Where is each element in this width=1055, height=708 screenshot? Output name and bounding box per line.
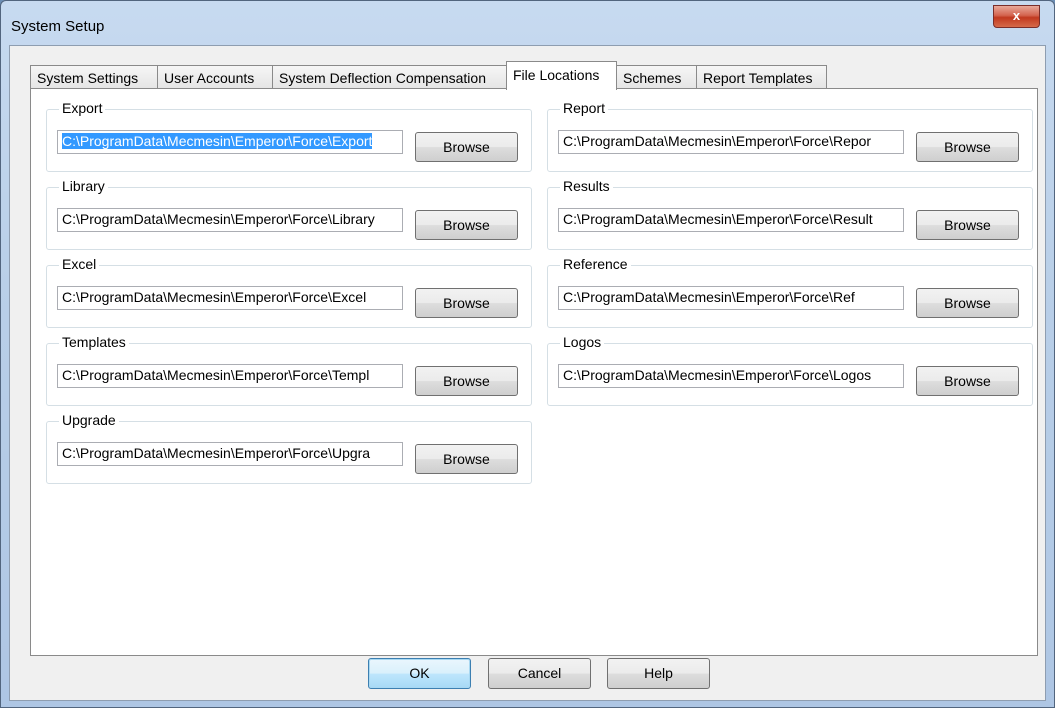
results-browse-button[interactable]: Browse	[916, 210, 1019, 240]
logos-browse-button[interactable]: Browse	[916, 366, 1019, 396]
templates-path-input[interactable]: C:\ProgramData\Mecmesin\Emperor\Force\Te…	[57, 364, 403, 388]
close-button[interactable]: x	[993, 5, 1040, 28]
templates-browse-button[interactable]: Browse	[415, 366, 518, 396]
upgrade-browse-button[interactable]: Browse	[415, 444, 518, 474]
logos-group: Logos C:\ProgramData\Mecmesin\Emperor\Fo…	[547, 334, 1033, 406]
templates-label: Templates	[59, 334, 129, 350]
report-group: Report C:\ProgramData\Mecmesin\Emperor\F…	[547, 100, 1033, 172]
tab-report-templates[interactable]: Report Templates	[696, 65, 827, 89]
help-button[interactable]: Help	[607, 658, 710, 689]
cancel-button[interactable]: Cancel	[488, 658, 591, 689]
upgrade-label: Upgrade	[59, 412, 119, 428]
ok-button[interactable]: OK	[368, 658, 471, 689]
tab-schemes[interactable]: Schemes	[616, 65, 697, 89]
excel-group: Excel C:\ProgramData\Mecmesin\Emperor\Fo…	[46, 256, 532, 328]
reference-group: Reference C:\ProgramData\Mecmesin\Empero…	[547, 256, 1033, 328]
export-path-input[interactable]: C:\ProgramData\Mecmesin\Emperor\Force\Ex…	[57, 130, 403, 154]
file-locations-panel: Export C:\ProgramData\Mecmesin\Emperor\F…	[30, 88, 1038, 656]
dialog-client-area: System Settings User Accounts System Def…	[9, 45, 1046, 701]
tab-system-settings[interactable]: System Settings	[30, 65, 158, 89]
library-path-input[interactable]: C:\ProgramData\Mecmesin\Emperor\Force\Li…	[57, 208, 403, 232]
excel-path-input[interactable]: C:\ProgramData\Mecmesin\Emperor\Force\Ex…	[57, 286, 403, 310]
library-label: Library	[59, 178, 108, 194]
system-setup-dialog: System Setup x System Settings User Acco…	[0, 0, 1055, 708]
tab-system-deflection-compensation[interactable]: System Deflection Compensation	[272, 65, 507, 89]
upgrade-group: Upgrade C:\ProgramData\Mecmesin\Emperor\…	[46, 412, 532, 484]
excel-browse-button[interactable]: Browse	[415, 288, 518, 318]
report-label: Report	[560, 100, 609, 116]
reference-label: Reference	[560, 256, 631, 272]
export-group: Export C:\ProgramData\Mecmesin\Emperor\F…	[46, 100, 532, 172]
library-browse-button[interactable]: Browse	[415, 210, 518, 240]
results-group: Results C:\ProgramData\Mecmesin\Emperor\…	[547, 178, 1033, 250]
results-path-input[interactable]: C:\ProgramData\Mecmesin\Emperor\Force\Re…	[558, 208, 904, 232]
reference-path-input[interactable]: C:\ProgramData\Mecmesin\Emperor\Force\Re…	[558, 286, 904, 310]
tab-file-locations[interactable]: File Locations	[506, 61, 617, 90]
logos-path-input[interactable]: C:\ProgramData\Mecmesin\Emperor\Force\Lo…	[558, 364, 904, 388]
export-browse-button[interactable]: Browse	[415, 132, 518, 162]
close-icon: x	[1012, 8, 1021, 23]
results-label: Results	[560, 178, 613, 194]
report-browse-button[interactable]: Browse	[916, 132, 1019, 162]
templates-group: Templates C:\ProgramData\Mecmesin\Empero…	[46, 334, 532, 406]
logos-label: Logos	[560, 334, 605, 350]
upgrade-path-input[interactable]: C:\ProgramData\Mecmesin\Emperor\Force\Up…	[57, 442, 403, 466]
excel-label: Excel	[59, 256, 100, 272]
reference-browse-button[interactable]: Browse	[916, 288, 1019, 318]
report-path-input[interactable]: C:\ProgramData\Mecmesin\Emperor\Force\Re…	[558, 130, 904, 154]
export-label: Export	[59, 100, 106, 116]
library-group: Library C:\ProgramData\Mecmesin\Emperor\…	[46, 178, 532, 250]
title-bar[interactable]: System Setup x	[1, 1, 1054, 45]
window-title: System Setup	[11, 18, 105, 35]
tab-user-accounts[interactable]: User Accounts	[157, 65, 273, 89]
